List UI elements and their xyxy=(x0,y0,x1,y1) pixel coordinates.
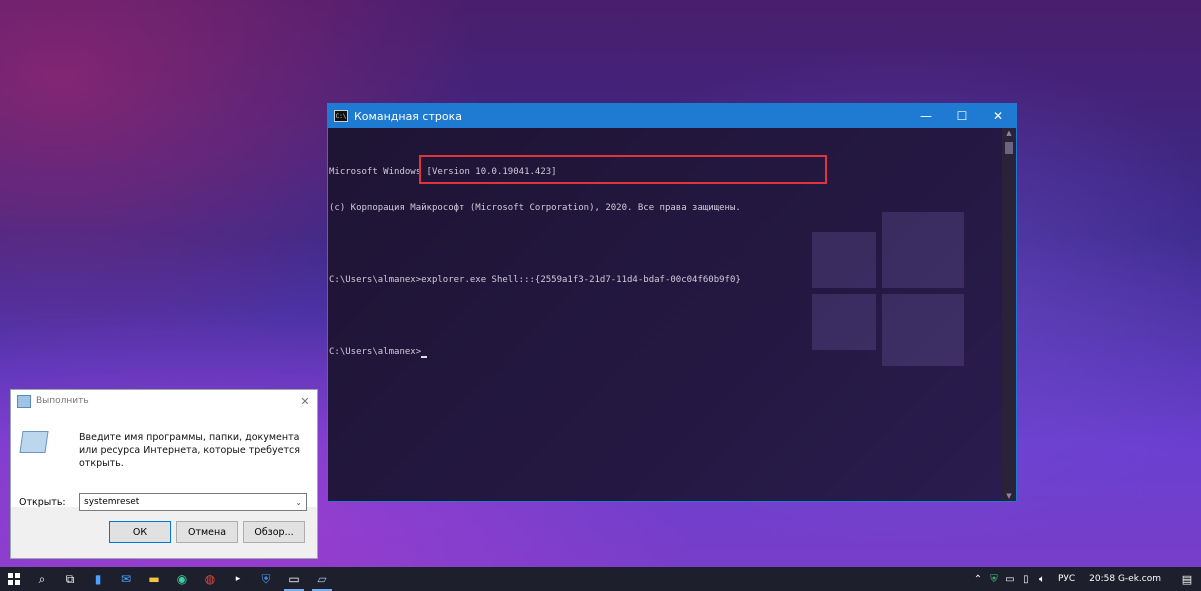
console-background-logo xyxy=(812,212,964,366)
task-view-icon[interactable]: ⧉ xyxy=(56,567,84,591)
run-dialog-title: Выполнить xyxy=(36,396,89,406)
mail-icon[interactable]: ✉ xyxy=(112,567,140,591)
battery-icon[interactable]: ▯ xyxy=(1018,574,1034,585)
start-button[interactable] xyxy=(0,567,28,591)
phone-icon[interactable]: ▮ xyxy=(84,567,112,591)
search-icon[interactable]: ⌕ xyxy=(28,567,56,591)
scrollbar-thumb[interactable] xyxy=(1005,142,1013,154)
file-explorer-icon[interactable]: ▬ xyxy=(140,567,168,591)
run-dialog[interactable]: Выполнить ✕ Введите имя программы, папки… xyxy=(10,389,318,559)
maximize-button[interactable]: ☐ xyxy=(944,104,980,128)
run-taskbar-icon[interactable]: ▱ xyxy=(308,567,336,591)
minimize-button[interactable]: — xyxy=(908,104,944,128)
chevron-up-icon[interactable]: ⌃ xyxy=(970,574,986,585)
cancel-button[interactable]: Отмена xyxy=(176,521,238,543)
system-tray: ⌃ ⛨ ▭ ▯ 🔈︎ РУС 20:58 G-ek.com ▤ xyxy=(970,567,1201,591)
defender-icon[interactable]: ⛨ xyxy=(252,567,280,591)
cmd-taskbar-icon[interactable]: ▭ xyxy=(280,567,308,591)
clock[interactable]: 20:58 G-ek.com xyxy=(1089,574,1161,584)
open-label: Открыть: xyxy=(19,497,66,508)
start-icon xyxy=(8,573,20,585)
cmd-window-icon: C:\ xyxy=(334,110,348,122)
edge-icon[interactable]: ◉ xyxy=(168,567,196,591)
run-titlebar[interactable]: Выполнить ✕ xyxy=(11,390,317,412)
close-button[interactable]: ✕ xyxy=(980,104,1016,128)
scroll-down-arrow-icon[interactable]: ▼ xyxy=(1002,491,1016,501)
run-dialog-body: Введите имя программы, папки, документа … xyxy=(11,412,317,511)
console-prompt: C:\Users\almanex> xyxy=(329,347,422,357)
cmd-titlebar[interactable]: C:\ Командная строка — ☐ ✕ xyxy=(328,104,1016,128)
chrome-icon[interactable]: ◍ xyxy=(196,567,224,591)
taskbar: ⌕ ⧉ ▮ ✉ ▬ ◉ ◍ ▸ ⛨ ▭ ▱ ⌃ ⛨ ▭ ▯ 🔈︎ РУС 20:… xyxy=(0,567,1201,591)
scroll-up-arrow-icon[interactable]: ▲ xyxy=(1002,128,1016,138)
run-command-input[interactable]: systemreset ⌄ xyxy=(79,493,307,511)
volume-icon[interactable]: 🔈︎ xyxy=(1034,574,1050,585)
run-description: Введите имя программы, папки, документа … xyxy=(79,432,300,469)
command-highlight-annotation xyxy=(419,155,827,184)
run-close-button[interactable]: ✕ xyxy=(293,395,317,408)
run-title-icon xyxy=(17,394,31,408)
media-icon[interactable]: ▸ xyxy=(224,567,252,591)
ok-button[interactable]: ОК xyxy=(109,521,171,543)
network-icon[interactable]: ▭ xyxy=(1002,574,1018,585)
chevron-down-icon[interactable]: ⌄ xyxy=(295,498,302,507)
cmd-window-title: Командная строка xyxy=(354,109,462,123)
browse-button[interactable]: Обзор... xyxy=(243,521,305,543)
run-program-icon xyxy=(19,431,49,453)
language-indicator[interactable]: РУС xyxy=(1058,574,1075,584)
notifications-icon[interactable]: ▤ xyxy=(1173,573,1201,586)
cmd-scrollbar[interactable]: ▲ ▼ xyxy=(1002,128,1016,501)
security-tray-icon[interactable]: ⛨ xyxy=(986,574,1002,585)
run-command-value: systemreset xyxy=(84,497,140,507)
text-cursor xyxy=(421,356,428,358)
